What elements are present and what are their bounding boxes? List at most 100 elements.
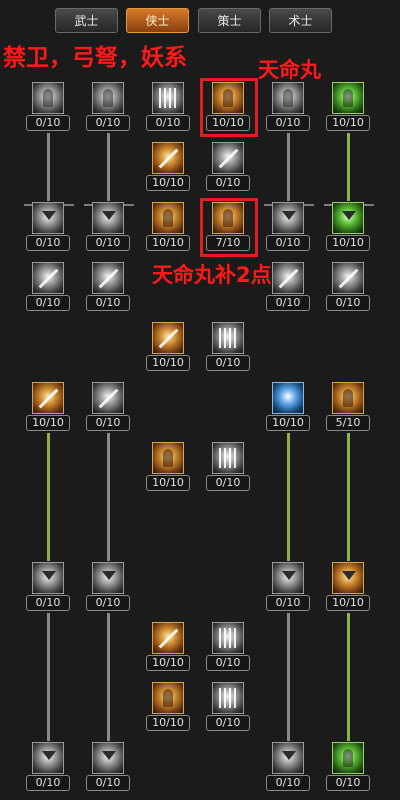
skill-node[interactable]: 0/10 <box>84 202 132 254</box>
skill-level: 10/10 <box>146 355 190 371</box>
demon-figure-icon <box>332 382 364 414</box>
skill-level: 0/10 <box>86 775 130 791</box>
skill-node[interactable]: 0/10 <box>144 82 192 134</box>
skill-level: 0/10 <box>26 115 70 131</box>
skill-node[interactable]: 0/10 <box>24 742 72 794</box>
golden-figure-icon <box>152 442 184 474</box>
connector-line <box>47 133 50 201</box>
tab-xiashi[interactable]: 侠士 <box>126 8 189 33</box>
scroll-icon <box>152 322 184 354</box>
skill-node[interactable]: 10/10 <box>144 142 192 194</box>
skill-node[interactable]: 0/10 <box>324 742 372 794</box>
skill-level: 0/10 <box>86 595 130 611</box>
skill-level: 0/10 <box>26 295 70 311</box>
figure-grey-icon <box>272 82 304 114</box>
skill-node[interactable]: 0/10 <box>204 322 252 374</box>
connector-line <box>347 433 350 561</box>
light-burst-icon <box>152 82 184 114</box>
connector-line <box>287 613 290 741</box>
skill-level: 10/10 <box>326 115 370 131</box>
scroll-arrow-icon <box>152 142 184 174</box>
skill-level: 0/10 <box>206 355 250 371</box>
annotation-tianming: 天命丸 <box>258 58 321 82</box>
tab-ceshi[interactable]: 策士 <box>198 8 261 33</box>
skill-level: 0/10 <box>146 115 190 131</box>
skill-node[interactable]: 0/10 <box>264 202 312 254</box>
connector-line <box>347 613 350 741</box>
skill-node[interactable]: 0/10 <box>204 682 252 734</box>
skill-level: 10/10 <box>146 175 190 191</box>
skill-level: 0/10 <box>86 115 130 131</box>
skill-node[interactable]: 10/10 <box>144 322 192 374</box>
skill-node[interactable]: 0/10 <box>264 82 312 134</box>
skill-node[interactable]: 0/10 <box>264 742 312 794</box>
chain-lightning-icon <box>272 382 304 414</box>
connector-line <box>107 133 110 201</box>
skill-node[interactable]: 0/10 <box>84 262 132 314</box>
sword-icon <box>332 262 364 294</box>
skill-node[interactable]: 0/10 <box>264 562 312 614</box>
skill-node[interactable]: 5/10 <box>324 382 372 434</box>
arrow-down-icon <box>92 742 124 774</box>
skill-node[interactable]: 10/10 <box>144 202 192 254</box>
skill-node[interactable]: 0/10 <box>204 142 252 194</box>
connector-line <box>47 433 50 561</box>
skill-tree-panel: 武士 侠士 策士 术士 0/10 0/10 0/10 10/10 0/10 10… <box>0 0 400 800</box>
skill-node[interactable]: 10/10 <box>24 382 72 434</box>
skill-level: 10/10 <box>326 235 370 251</box>
skill-node[interactable]: 0/10 <box>84 742 132 794</box>
skill-level: 10/10 <box>146 655 190 671</box>
skill-level: 0/10 <box>26 775 70 791</box>
skill-node[interactable]: 10/10 <box>324 82 372 134</box>
arrow-rain-icon <box>212 442 244 474</box>
skill-node[interactable]: 0/10 <box>24 562 72 614</box>
skill-node[interactable]: 0/10 <box>24 82 72 134</box>
connector-line <box>287 133 290 201</box>
skill-node[interactable]: 10/10 <box>144 622 192 674</box>
skill-level: 0/10 <box>26 235 70 251</box>
skill-node[interactable]: 10/10 <box>324 562 372 614</box>
tab-wushi[interactable]: 武士 <box>55 8 118 33</box>
tab-shushi[interactable]: 术士 <box>269 8 332 33</box>
skill-level: 0/10 <box>86 235 130 251</box>
skill-level: 0/10 <box>266 595 310 611</box>
cage-icon <box>212 682 244 714</box>
figure-grey-icon <box>32 82 64 114</box>
skill-level: 0/10 <box>206 475 250 491</box>
crossbow-icon <box>92 382 124 414</box>
skill-node[interactable]: 10/10 <box>144 442 192 494</box>
arrow-down-icon <box>32 202 64 234</box>
arrow-down-icon <box>32 742 64 774</box>
skill-node[interactable]: 0/10 <box>84 382 132 434</box>
sword-icon <box>92 262 124 294</box>
arrow-down-icon <box>92 202 124 234</box>
arrow-down-green-icon <box>332 202 364 234</box>
skill-node[interactable]: 0/10 <box>204 442 252 494</box>
spear-icon <box>32 382 64 414</box>
skill-level: 0/10 <box>266 235 310 251</box>
skill-level: 0/10 <box>26 595 70 611</box>
skill-level: 0/10 <box>326 295 370 311</box>
arrow-down-icon <box>272 562 304 594</box>
skill-level: 0/10 <box>86 295 130 311</box>
demon-green-icon <box>332 742 364 774</box>
skill-node[interactable]: 10/10 <box>264 382 312 434</box>
skill-node[interactable]: 0/10 <box>324 262 372 314</box>
skill-level: 10/10 <box>146 235 190 251</box>
skill-node[interactable]: 10/10 <box>144 682 192 734</box>
crossed-blades-icon <box>212 142 244 174</box>
highlight-box <box>200 198 258 257</box>
skill-node[interactable]: 0/10 <box>24 262 72 314</box>
flame-figure-icon <box>152 202 184 234</box>
skill-level: 0/10 <box>266 295 310 311</box>
skill-node[interactable]: 0/10 <box>84 562 132 614</box>
skill-level: 5/10 <box>326 415 370 431</box>
chain-icon <box>212 622 244 654</box>
skill-node[interactable]: 0/10 <box>84 82 132 134</box>
figure-grey-icon <box>92 82 124 114</box>
arrow-down-icon <box>272 202 304 234</box>
skill-node[interactable]: 0/10 <box>204 622 252 674</box>
skill-node[interactable]: 10/10 <box>324 202 372 254</box>
figure-green-icon <box>332 82 364 114</box>
skill-node[interactable]: 0/10 <box>24 202 72 254</box>
